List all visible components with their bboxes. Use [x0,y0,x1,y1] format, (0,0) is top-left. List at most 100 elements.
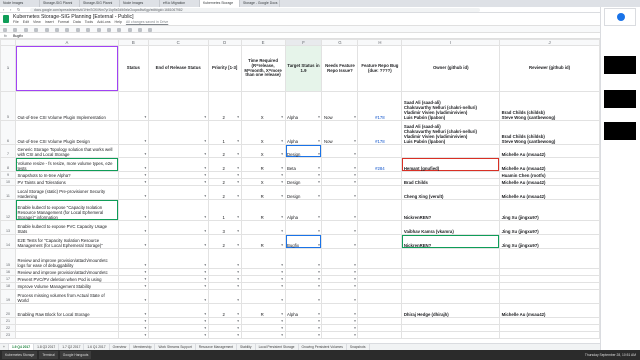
target-status-cell[interactable]: Alpha ▾ [284,303,323,318]
dropdown-chevron-icon[interactable]: ▾ [281,173,283,178]
redo-icon[interactable] [13,28,18,32]
status-cell[interactable]: ▾ [117,144,149,158]
row-number[interactable]: 10 [0,178,16,186]
dropdown-chevron-icon[interactable]: ▾ [204,180,206,185]
menu-item[interactable]: Format [58,20,69,24]
currency-icon[interactable] [54,28,59,32]
row-number[interactable]: 14 [0,234,16,249]
browser-tab[interactable]: Node Images [120,0,160,7]
feature-cell[interactable]: E2E Tests for "Capacity Isolation Resour… [14,234,119,249]
dropdown-chevron-icon[interactable]: ▾ [204,229,206,234]
owner-cell[interactable]: Hemant (gnufied) [401,157,501,172]
owner-cell[interactable]: Brad Childs [401,178,501,186]
dropdown-chevron-icon[interactable]: ▾ [144,263,146,268]
target-status-cell[interactable]: ▾ [284,248,323,269]
dropdown-chevron-icon[interactable]: ▾ [237,194,239,199]
time-required-cell[interactable]: X ▾ [240,91,286,121]
priority-cell[interactable]: ▾ [207,275,242,283]
status-cell[interactable]: ▾ [117,91,149,121]
filter-icon[interactable] [148,28,153,32]
needs-issue-cell[interactable]: Now ▾ [321,91,359,121]
owner-cell[interactable] [401,268,501,276]
print-icon[interactable] [23,28,28,32]
row-number[interactable]: 7 [0,144,16,158]
dropdown-chevron-icon[interactable]: ▾ [354,180,356,185]
dropdown-chevron-icon[interactable]: ▾ [354,326,356,331]
reviewer-cell[interactable] [499,331,600,339]
avatar[interactable] [604,8,636,26]
dropdown-chevron-icon[interactable]: ▾ [204,166,206,171]
feature-cell[interactable] [14,331,119,339]
needs-issue-cell[interactable]: ▾ [321,220,359,235]
owner-cell[interactable]: Dhiraj Hedge (dhirajh) [401,303,501,318]
header-cell[interactable]: End of Release Status [147,45,209,92]
reviewer-cell[interactable]: Michelle Au (msau42) [499,185,600,200]
row-number[interactable]: 20 [0,303,16,318]
feature-cell[interactable]: Review and improve provision/attach/moun… [14,248,119,269]
dropdown-chevron-icon[interactable]: ▾ [144,284,146,289]
dropdown-chevron-icon[interactable]: ▾ [237,319,239,324]
dropdown-chevron-icon[interactable]: ▾ [144,115,146,120]
time-required-cell[interactable]: ▾ [240,268,286,276]
dropdown-chevron-icon[interactable]: ▾ [318,263,320,268]
owner-cell[interactable]: NickrenREN? [401,199,501,221]
row-number[interactable]: 12 [0,199,16,221]
dropdown-chevron-icon[interactable]: ▾ [204,312,206,317]
row-number[interactable]: 6 [0,120,16,145]
status-cell[interactable]: ▾ [117,171,149,179]
reviewer-cell[interactable] [499,268,600,276]
row-number[interactable]: 21 [0,317,16,325]
target-status-cell[interactable]: Design ▾ [284,144,323,158]
dropdown-chevron-icon[interactable]: ▾ [204,298,206,303]
dropdown-chevron-icon[interactable]: ▾ [144,270,146,275]
sheets-logo-icon[interactable] [3,15,9,23]
owner-cell[interactable] [401,248,501,269]
menu-item[interactable]: Insert [45,20,54,24]
dropdown-chevron-icon[interactable]: ▾ [318,229,320,234]
dropdown-chevron-icon[interactable]: ▾ [237,173,239,178]
dropdown-chevron-icon[interactable]: ▾ [204,263,206,268]
dropdown-chevron-icon[interactable]: ▾ [237,270,239,275]
owner-cell[interactable]: Saad Ali (saad-ali) Chakravarthy Nelluri… [401,120,501,145]
menu-item[interactable]: File [13,20,19,24]
dropdown-chevron-icon[interactable]: ▾ [318,139,320,144]
dropdown-chevron-icon[interactable]: ▾ [144,180,146,185]
end-status-cell[interactable]: ▾ [147,171,209,179]
dropdown-chevron-icon[interactable]: ▾ [144,326,146,331]
priority-cell[interactable]: 2 ▾ [207,303,242,318]
feature-bug-cell[interactable] [357,275,403,283]
time-required-cell[interactable]: ▾ [240,248,286,269]
dropdown-chevron-icon[interactable]: ▾ [318,326,320,331]
status-cell[interactable]: ▾ [117,275,149,283]
feature-bug-cell[interactable] [357,268,403,276]
dropdown-chevron-icon[interactable]: ▾ [237,284,239,289]
dropdown-chevron-icon[interactable]: ▾ [204,319,206,324]
dropdown-chevron-icon[interactable]: ▾ [281,263,283,268]
menu-item[interactable]: Data [73,20,81,24]
dropdown-chevron-icon[interactable]: ▾ [204,284,206,289]
needs-issue-cell[interactable]: ▾ [321,234,359,249]
feature-cell[interactable]: Volume resize - fs resize, more volume t… [14,157,119,172]
taskbar-item[interactable]: Terminal [39,351,58,359]
feature-cell[interactable]: Generic Storage Topology solution that w… [14,144,119,158]
dropdown-chevron-icon[interactable]: ▾ [354,194,356,199]
row-number[interactable]: 16 [0,268,16,276]
dropdown-chevron-icon[interactable]: ▾ [281,333,283,338]
end-status-cell[interactable]: ▾ [147,331,209,339]
dropdown-chevron-icon[interactable]: ▾ [237,152,239,157]
target-status-cell[interactable]: ▾ [284,317,323,325]
feature-bug-cell[interactable] [357,178,403,186]
dropdown-chevron-icon[interactable]: ▾ [318,194,320,199]
row-number[interactable]: 13 [0,220,16,235]
target-status-cell[interactable]: ▾ [284,275,323,283]
time-required-cell[interactable]: ▾ [240,289,286,304]
owner-cell[interactable] [401,171,501,179]
dropdown-chevron-icon[interactable]: ▾ [281,319,283,324]
dropdown-chevron-icon[interactable]: ▾ [144,319,146,324]
target-status-cell[interactable]: ▾ [284,282,323,290]
header-cell[interactable] [14,45,119,92]
status-cell[interactable]: ▾ [117,157,149,172]
browser-tab[interactable]: Storage-SIG Planni [40,0,80,7]
taskbar-item[interactable]: Kubernetes Storage [2,351,38,359]
priority-cell[interactable]: ▾ [207,324,242,332]
